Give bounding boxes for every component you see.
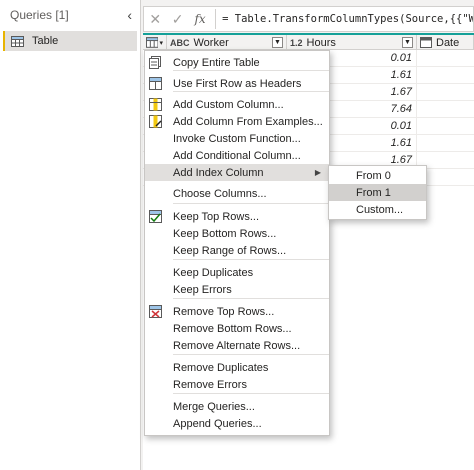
column-header-date[interactable]: Date <box>417 35 474 50</box>
fx-icon[interactable]: fx <box>189 12 211 26</box>
keep-rows-icon <box>149 210 162 223</box>
menu-item-label: Use First Row as Headers <box>173 77 302 90</box>
menu-separator <box>173 354 329 355</box>
column-header-worker[interactable]: ABC Worker ▼ <box>167 35 287 50</box>
submenu-item-custom[interactable]: Custom... <box>329 201 426 218</box>
menu-item-label: Remove Errors <box>173 378 247 391</box>
menu-separator <box>173 259 329 260</box>
column-name: Worker <box>193 36 229 49</box>
menu-item-label: Keep Bottom Rows... <box>173 227 277 240</box>
queries-pane: Queries [1] ‹ Table <box>0 0 141 470</box>
menu-item-label: Invoke Custom Function... <box>173 132 301 145</box>
text-type-icon[interactable]: ABC <box>170 38 190 48</box>
menu-item-keep-top-rows[interactable]: Keep Top Rows... <box>145 208 329 225</box>
submenu-item-from-0[interactable]: From 0 <box>329 167 426 184</box>
date-cell[interactable] <box>418 84 474 101</box>
menu-item-label: Remove Top Rows... <box>173 305 275 318</box>
queries-header: Queries [1] ‹ <box>0 0 140 30</box>
menu-separator <box>173 203 329 204</box>
column-name: Date <box>436 36 460 49</box>
menu-item-label: Merge Queries... <box>173 400 255 413</box>
collapse-pane-icon[interactable]: ‹ <box>127 7 132 23</box>
menu-item-label: Add Conditional Column... <box>173 149 301 162</box>
grid-header: ▾ ABC Worker ▼ 1.2 Hours ▼ Date <box>143 33 474 50</box>
menu-item-add-custom-column[interactable]: Add Custom Column... <box>145 96 329 113</box>
copy-table-icon <box>149 56 161 69</box>
chevron-down-icon: ▾ <box>159 39 163 47</box>
menu-item-remove-bottom-rows[interactable]: Remove Bottom Rows... <box>145 320 329 337</box>
query-item-label: Table <box>32 35 59 47</box>
cancel-icon[interactable]: ✕ <box>144 11 166 28</box>
menu-item-label: Copy Entire Table <box>173 56 260 69</box>
date-cell[interactable] <box>418 50 474 67</box>
custom-column-icon <box>149 98 162 111</box>
menu-item-label: Choose Columns... <box>173 187 267 200</box>
menu-item-label: Keep Duplicates <box>173 266 254 279</box>
menu-item-label: Add Custom Column... <box>173 98 284 111</box>
table-context-menu: Copy Entire Table Use First Row as Header… <box>144 50 330 436</box>
date-cell[interactable] <box>418 118 474 135</box>
confirm-icon[interactable]: ✓ <box>166 11 188 28</box>
menu-item-label: Keep Errors <box>173 283 232 296</box>
menu-item-keep-duplicates[interactable]: Keep Duplicates <box>145 264 329 281</box>
queries-title: Queries [1] <box>10 8 69 22</box>
calendar-icon[interactable] <box>420 37 432 48</box>
menu-item-label: Keep Range of Rows... <box>173 244 287 257</box>
menu-item-keep-range-of-rows[interactable]: Keep Range of Rows... <box>145 242 329 259</box>
menu-item-label: Remove Duplicates <box>173 361 269 374</box>
menu-item-append-queries[interactable]: Append Queries... <box>145 415 329 432</box>
date-cell[interactable] <box>418 101 474 118</box>
column-name: Hours <box>306 36 336 49</box>
table-icon <box>11 35 24 47</box>
menu-item-merge-queries[interactable]: Merge Queries... <box>145 398 329 415</box>
date-cell[interactable] <box>418 135 474 152</box>
menu-item-label: Add Column From Examples... <box>173 115 323 128</box>
menu-separator <box>173 393 329 394</box>
menu-item-remove-alternate-rows[interactable]: Remove Alternate Rows... <box>145 337 329 354</box>
menu-item-copy-entire-table[interactable]: Copy Entire Table <box>145 54 329 71</box>
add-index-column-submenu: From 0 From 1 Custom... <box>328 165 427 220</box>
menu-item-choose-columns[interactable]: Choose Columns... <box>145 185 329 202</box>
column-examples-icon <box>149 115 162 128</box>
headers-icon <box>149 77 162 90</box>
column-filter-dropdown[interactable]: ▼ <box>272 37 283 48</box>
table-icon <box>146 37 159 48</box>
menu-item-invoke-custom-function[interactable]: Invoke Custom Function... <box>145 130 329 147</box>
menu-item-remove-duplicates[interactable]: Remove Duplicates <box>145 359 329 376</box>
menu-item-remove-top-rows[interactable]: Remove Top Rows... <box>145 303 329 320</box>
menu-item-keep-errors[interactable]: Keep Errors <box>145 281 329 298</box>
menu-item-label: Keep Top Rows... <box>173 210 260 223</box>
menu-item-label: Remove Bottom Rows... <box>173 322 292 335</box>
decimal-type-icon[interactable]: 1.2 <box>290 38 303 48</box>
menu-item-add-column-from-examples[interactable]: Add Column From Examples... <box>145 113 329 130</box>
menu-item-add-index-column[interactable]: Add Index Column ▶ <box>145 164 329 181</box>
table-menu-button[interactable]: ▾ <box>143 35 167 50</box>
formula-input[interactable]: = Table.TransformColumnTypes(Source,{{"W… <box>216 13 473 25</box>
submenu-arrow-icon: ▶ <box>314 168 321 177</box>
submenu-item-from-1[interactable]: From 1 <box>329 184 426 201</box>
menu-item-add-conditional-column[interactable]: Add Conditional Column... <box>145 147 329 164</box>
menu-item-label: Remove Alternate Rows... <box>173 339 301 352</box>
menu-item-label: Append Queries... <box>173 417 262 430</box>
remove-rows-icon <box>149 305 162 318</box>
menu-separator <box>173 298 329 299</box>
menu-item-label: Add Index Column <box>173 166 264 179</box>
column-header-hours[interactable]: 1.2 Hours ▼ <box>287 35 417 50</box>
menu-item-use-first-row-as-headers[interactable]: Use First Row as Headers <box>145 75 329 92</box>
menu-item-keep-bottom-rows[interactable]: Keep Bottom Rows... <box>145 225 329 242</box>
date-cell[interactable] <box>418 67 474 84</box>
menu-item-remove-errors[interactable]: Remove Errors <box>145 376 329 393</box>
column-filter-dropdown[interactable]: ▼ <box>402 37 413 48</box>
query-item-table[interactable]: Table <box>3 31 137 51</box>
formula-bar: ✕ ✓ fx = Table.TransformColumnTypes(Sour… <box>143 6 474 32</box>
